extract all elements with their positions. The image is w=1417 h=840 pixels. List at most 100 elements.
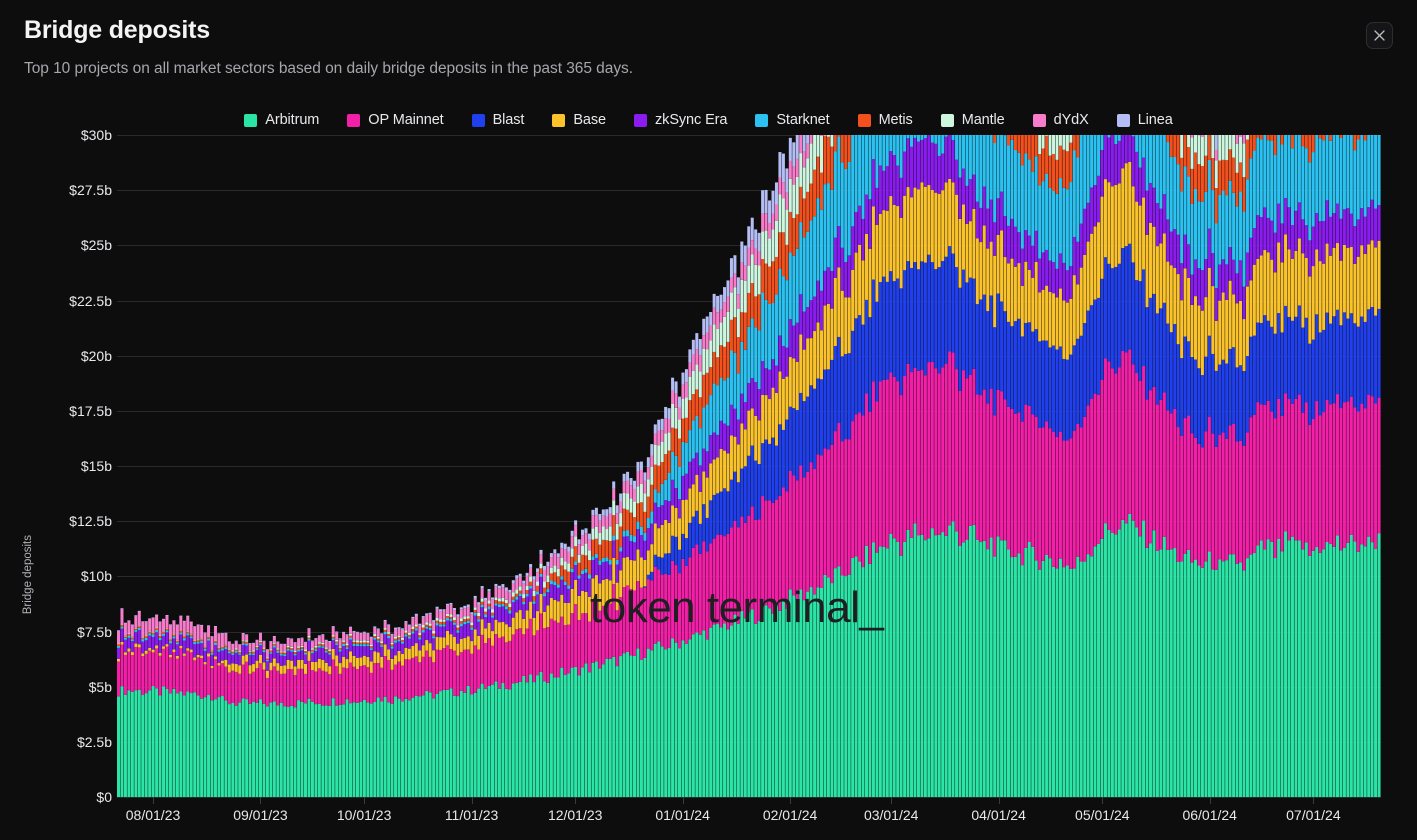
bar-segment xyxy=(428,629,432,644)
bar-segment xyxy=(740,468,744,517)
bar-segment xyxy=(466,620,470,624)
bar-segment xyxy=(203,647,207,649)
bar-segment xyxy=(1232,135,1236,158)
legend-item-mantle[interactable]: Mantle xyxy=(940,112,1005,128)
bar-segment xyxy=(719,377,723,421)
bar-segment xyxy=(546,589,550,593)
bar-segment xyxy=(130,637,134,640)
legend-item-metis[interactable]: Metis xyxy=(857,112,913,128)
bar-segment xyxy=(141,653,145,657)
bar-segment xyxy=(269,641,273,650)
bar-segment xyxy=(757,232,761,252)
bar-segment xyxy=(1239,365,1243,441)
bar-segment xyxy=(1280,262,1284,333)
bar-segment xyxy=(837,267,841,337)
bar-segment xyxy=(200,657,204,699)
bar-segment xyxy=(217,647,221,650)
legend-label: dYdX xyxy=(1053,112,1089,128)
bar-segment xyxy=(702,504,706,542)
bar-segment xyxy=(664,553,668,574)
bar-segment xyxy=(972,208,976,279)
bar-segment xyxy=(1038,258,1042,293)
bar-segment xyxy=(546,627,550,683)
legend-item-arbitrum[interactable]: Arbitrum xyxy=(244,112,319,128)
bar-segment xyxy=(335,705,339,797)
bar-segment xyxy=(1311,418,1315,551)
bar-segment xyxy=(428,656,432,693)
bar-segment xyxy=(802,151,806,168)
bar-segment xyxy=(130,639,134,642)
y-tick-label: $20b xyxy=(80,347,112,364)
bar-segment xyxy=(930,262,934,362)
legend-item-base[interactable]: Base xyxy=(552,112,606,128)
bar-segment xyxy=(989,241,993,296)
bar-segment xyxy=(529,564,533,568)
bar-segment xyxy=(819,455,823,588)
bar-segment xyxy=(123,622,127,636)
bar-segment xyxy=(1252,335,1256,415)
bar-segment xyxy=(359,666,363,702)
bar-segment xyxy=(200,638,204,640)
bar-segment xyxy=(407,636,411,639)
bar-segment xyxy=(570,572,574,589)
bar-segment xyxy=(671,479,675,506)
bar-segment xyxy=(774,220,778,257)
bar-segment xyxy=(470,612,474,615)
bar-segment xyxy=(304,703,308,797)
bar-segment xyxy=(636,521,640,530)
close-button[interactable] xyxy=(1366,22,1393,49)
bar-segment xyxy=(982,225,986,295)
stacked-bar-plot[interactable] xyxy=(117,135,1381,797)
bar-segment xyxy=(674,393,678,408)
bar-segment xyxy=(137,625,141,627)
bar-segment xyxy=(484,608,488,612)
bar-segment xyxy=(497,607,501,623)
bar-segment xyxy=(224,632,228,634)
bar-segment xyxy=(1311,266,1315,340)
bar-segment xyxy=(1027,159,1031,236)
legend-item-dydx[interactable]: dYdX xyxy=(1032,112,1089,128)
bar-segment xyxy=(581,591,585,614)
bar-segment xyxy=(1270,541,1274,797)
bar-segment xyxy=(411,626,415,629)
bar-segment xyxy=(871,159,875,207)
bar-segment xyxy=(158,637,162,641)
bar-segment xyxy=(892,376,896,539)
bar-segment xyxy=(1024,153,1028,231)
bar-segment xyxy=(293,674,297,708)
legend-item-linea[interactable]: Linea xyxy=(1116,112,1173,128)
bar-segment xyxy=(639,483,643,503)
bar-segment xyxy=(709,325,713,341)
bar-segment xyxy=(615,610,619,667)
bar-segment xyxy=(768,443,772,501)
bar-segment xyxy=(123,622,127,624)
bar-segment xyxy=(563,561,567,570)
bar-segment xyxy=(511,634,515,684)
bar-segment xyxy=(182,695,186,797)
bar-segment xyxy=(362,642,366,645)
bar-segment xyxy=(1110,532,1114,797)
bar-segment xyxy=(137,627,141,631)
bar-segment xyxy=(286,648,290,651)
legend-item-starknet[interactable]: Starknet xyxy=(755,112,830,128)
bar-segment xyxy=(563,584,567,603)
bar-segment xyxy=(1270,141,1274,221)
bar-segment xyxy=(1349,534,1353,797)
bar-segment xyxy=(799,222,803,295)
bar-segment xyxy=(771,437,775,503)
legend-item-blast[interactable]: Blast xyxy=(471,112,524,128)
bar-segment xyxy=(916,535,920,797)
bar-segment xyxy=(844,297,848,354)
legend-item-op-mainnet[interactable]: OP Mainnet xyxy=(347,112,444,128)
bar-segment xyxy=(501,587,505,598)
bar-segment xyxy=(297,700,301,797)
bar-segment xyxy=(459,609,463,619)
bar-segment xyxy=(532,603,536,618)
bar-segment xyxy=(546,575,550,583)
legend-item-zksync-era[interactable]: zkSync Era xyxy=(634,112,727,128)
bar-segment xyxy=(117,630,121,644)
bar-segment xyxy=(300,648,304,651)
bar-segment xyxy=(968,374,972,526)
bar-segment xyxy=(1072,150,1076,237)
bar-segment xyxy=(1072,236,1076,276)
